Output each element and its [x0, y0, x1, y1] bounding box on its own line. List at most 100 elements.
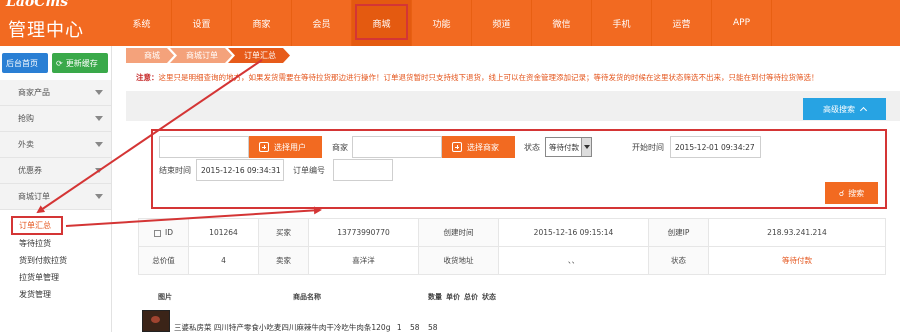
panel-header — [126, 91, 900, 121]
table-cell: 收货地址 — [418, 246, 499, 275]
top-bar: LaoCms 管理中心 系统 设置 商家 会员 商城 功能 频道 微信 手机 运… — [0, 0, 900, 46]
search-button[interactable]: ☌ 搜索 — [825, 182, 878, 204]
nav-item-merchant[interactable]: 商家 — [232, 0, 292, 46]
sidebar-group-takeout[interactable]: 外卖 — [0, 132, 111, 158]
nav-item-settings[interactable]: 设置 — [172, 0, 232, 46]
sidebar-item-awaiting-pickup[interactable]: 等待拉货 — [0, 235, 111, 252]
table-cell: 卖家 — [258, 246, 309, 275]
start-time-input[interactable]: 2015-12-01 09:34:27 — [670, 136, 761, 158]
order-id-header: ID — [138, 218, 189, 247]
merchant-input[interactable] — [352, 136, 442, 158]
table-cell: 2015-12-16 09:15:14 — [498, 218, 649, 247]
status-select[interactable]: 等待付款 — [545, 137, 592, 157]
logo: LaoCms — [6, 0, 69, 10]
nav-item-mall[interactable]: 商城 — [352, 0, 412, 46]
choose-merchant-button[interactable]: 选择商家 — [442, 136, 515, 158]
table-cell: 创建时间 — [418, 218, 499, 247]
advanced-search-label: 高级搜索 — [823, 104, 855, 114]
order-no-label: 订单编号 — [293, 166, 325, 175]
table-cell: 总价值 — [138, 246, 189, 275]
nav-item-system[interactable]: 系统 — [112, 0, 172, 46]
table-cell: 、、 — [498, 246, 649, 275]
order-card: ID 101264 买家 13773990770 创建时间 2015-12-16… — [138, 218, 886, 332]
end-time-input[interactable]: 2015-12-16 09:34:31 — [196, 159, 284, 181]
product-price: 58 — [410, 323, 420, 332]
nav-item-channel[interactable]: 频道 — [472, 0, 532, 46]
chevron-down-icon — [95, 142, 103, 147]
nav-item-operations[interactable]: 运营 — [652, 0, 712, 46]
merchant-label: 商家 — [332, 143, 348, 152]
product-qty: 1 — [396, 323, 402, 332]
choose-user-button[interactable]: 选择用户 — [249, 136, 322, 158]
table-cell: 13773990770 — [308, 218, 419, 247]
list-item: 三婆私房菜 四川特产零食小吃麦四川麻辣牛肉干冷吃牛肉条120g 1 58 58 — [142, 310, 882, 332]
sidebar-item-cod-pickup[interactable]: 货到付款拉货 — [0, 252, 111, 269]
sidebar-buttons: 后台首页 ⟳ 更新缓存 — [0, 46, 111, 80]
product-name[interactable]: 三婆私房菜 四川特产零食小吃麦四川麻辣牛肉干冷吃牛肉条120g 1 58 58 — [174, 322, 438, 332]
chevron-down-icon — [95, 116, 103, 121]
nav-item-app[interactable]: APP — [712, 0, 772, 46]
goods-header-status: 状态 — [482, 293, 496, 301]
notice-prefix: 注意： — [136, 73, 159, 82]
plus-icon — [259, 142, 269, 152]
status-label: 状态 — [524, 143, 540, 152]
notice: 注意：这里只是明细查询的地方，如果发货需要在等待拉货那边进行操作！订单退货暂时只… — [136, 72, 819, 83]
order-info-table: ID 101264 买家 13773990770 创建时间 2015-12-16… — [138, 218, 886, 275]
table-cell: 218.93.241.214 — [708, 218, 886, 247]
nav-item-mobile[interactable]: 手机 — [592, 0, 652, 46]
table-cell: 状态 — [648, 246, 709, 275]
home-button-label: 后台首页 — [6, 58, 38, 68]
sidebar: 后台首页 ⟳ 更新缓存 商家产品 抢购 外卖 优惠券 商城订单 订单汇总 等待拉… — [0, 46, 112, 332]
brand-title: 管理中心 — [8, 20, 84, 41]
status-badge: 等待付款 — [708, 246, 886, 275]
chevron-down-icon — [95, 168, 103, 173]
sidebar-group-flash-sale[interactable]: 抢购 — [0, 106, 111, 132]
order-no-input[interactable] — [333, 159, 393, 181]
goods-header-qty: 数量 — [428, 293, 442, 301]
start-time-label: 开始时间 — [632, 143, 664, 152]
chevron-down-icon — [581, 138, 591, 156]
sidebar-group-products[interactable]: 商家产品 — [0, 80, 111, 106]
notice-text: 这里只是明细查询的地方，如果发货需要在等待拉货那边进行操作！订单退货暂时只支持线… — [158, 73, 819, 82]
search-filter-panel: 选择用户 商家 选择商家 状态 等待付款 开始时间 2015-12-01 09:… — [151, 129, 887, 209]
sidebar-item-order-summary[interactable]: 订单汇总 — [11, 216, 63, 235]
choose-merchant-label: 选择商家 — [467, 142, 499, 152]
sidebar-item-shipping-management[interactable]: 发货管理 — [0, 286, 111, 303]
breadcrumb-item[interactable]: 商城 — [126, 48, 174, 63]
order-checkbox[interactable] — [154, 229, 161, 237]
chevron-down-icon — [95, 90, 103, 95]
refresh-cache-button[interactable]: ⟳ 更新缓存 — [52, 53, 108, 73]
search-button-label: 搜索 — [848, 188, 865, 198]
sidebar-group-mall-orders[interactable]: 商城订单 — [0, 184, 111, 210]
sidebar-item-pickup-management[interactable]: 拉货单管理 — [0, 269, 111, 286]
table-cell: 买家 — [258, 218, 309, 247]
search-icon: ☌ — [838, 188, 845, 198]
table-cell: 101264 — [188, 218, 259, 247]
advanced-search-button[interactable]: 高级搜索 — [803, 98, 886, 120]
table-row: 总价值 4 卖家 喜洋洋 收货地址 、、 状态 等待付款 — [138, 246, 886, 275]
nav-item-member[interactable]: 会员 — [292, 0, 352, 46]
table-row: ID 101264 买家 13773990770 创建时间 2015-12-16… — [138, 218, 886, 247]
chevron-down-icon — [95, 194, 103, 199]
plus-icon — [452, 142, 462, 152]
sidebar-group-coupons[interactable]: 优惠券 — [0, 158, 111, 184]
nav-item-wechat[interactable]: 微信 — [532, 0, 592, 46]
table-cell: 创建IP — [648, 218, 709, 247]
user-input[interactable] — [159, 136, 249, 158]
goods-header-image: 图片 — [158, 293, 172, 301]
table-cell: 喜洋洋 — [308, 246, 419, 275]
product-total: 58 — [427, 323, 438, 332]
main-nav: 系统 设置 商家 会员 商城 功能 频道 微信 手机 运营 APP — [112, 0, 772, 46]
end-time-label: 结束时间 — [159, 166, 191, 175]
product-image[interactable] — [142, 310, 170, 332]
home-button[interactable]: 后台首页 — [2, 53, 48, 73]
breadcrumb-item[interactable]: 商城订单 — [170, 48, 232, 63]
goods-header-name: 商品名称 — [293, 293, 321, 301]
status-select-value: 等待付款 — [549, 142, 579, 152]
choose-user-label: 选择用户 — [274, 142, 306, 152]
goods-header-total: 总价 — [464, 293, 478, 301]
brand: LaoCms 管理中心 — [0, 0, 112, 46]
goods-header-price: 单价 — [446, 293, 460, 301]
nav-item-features[interactable]: 功能 — [412, 0, 472, 46]
refresh-icon: ⟳ — [56, 58, 63, 68]
